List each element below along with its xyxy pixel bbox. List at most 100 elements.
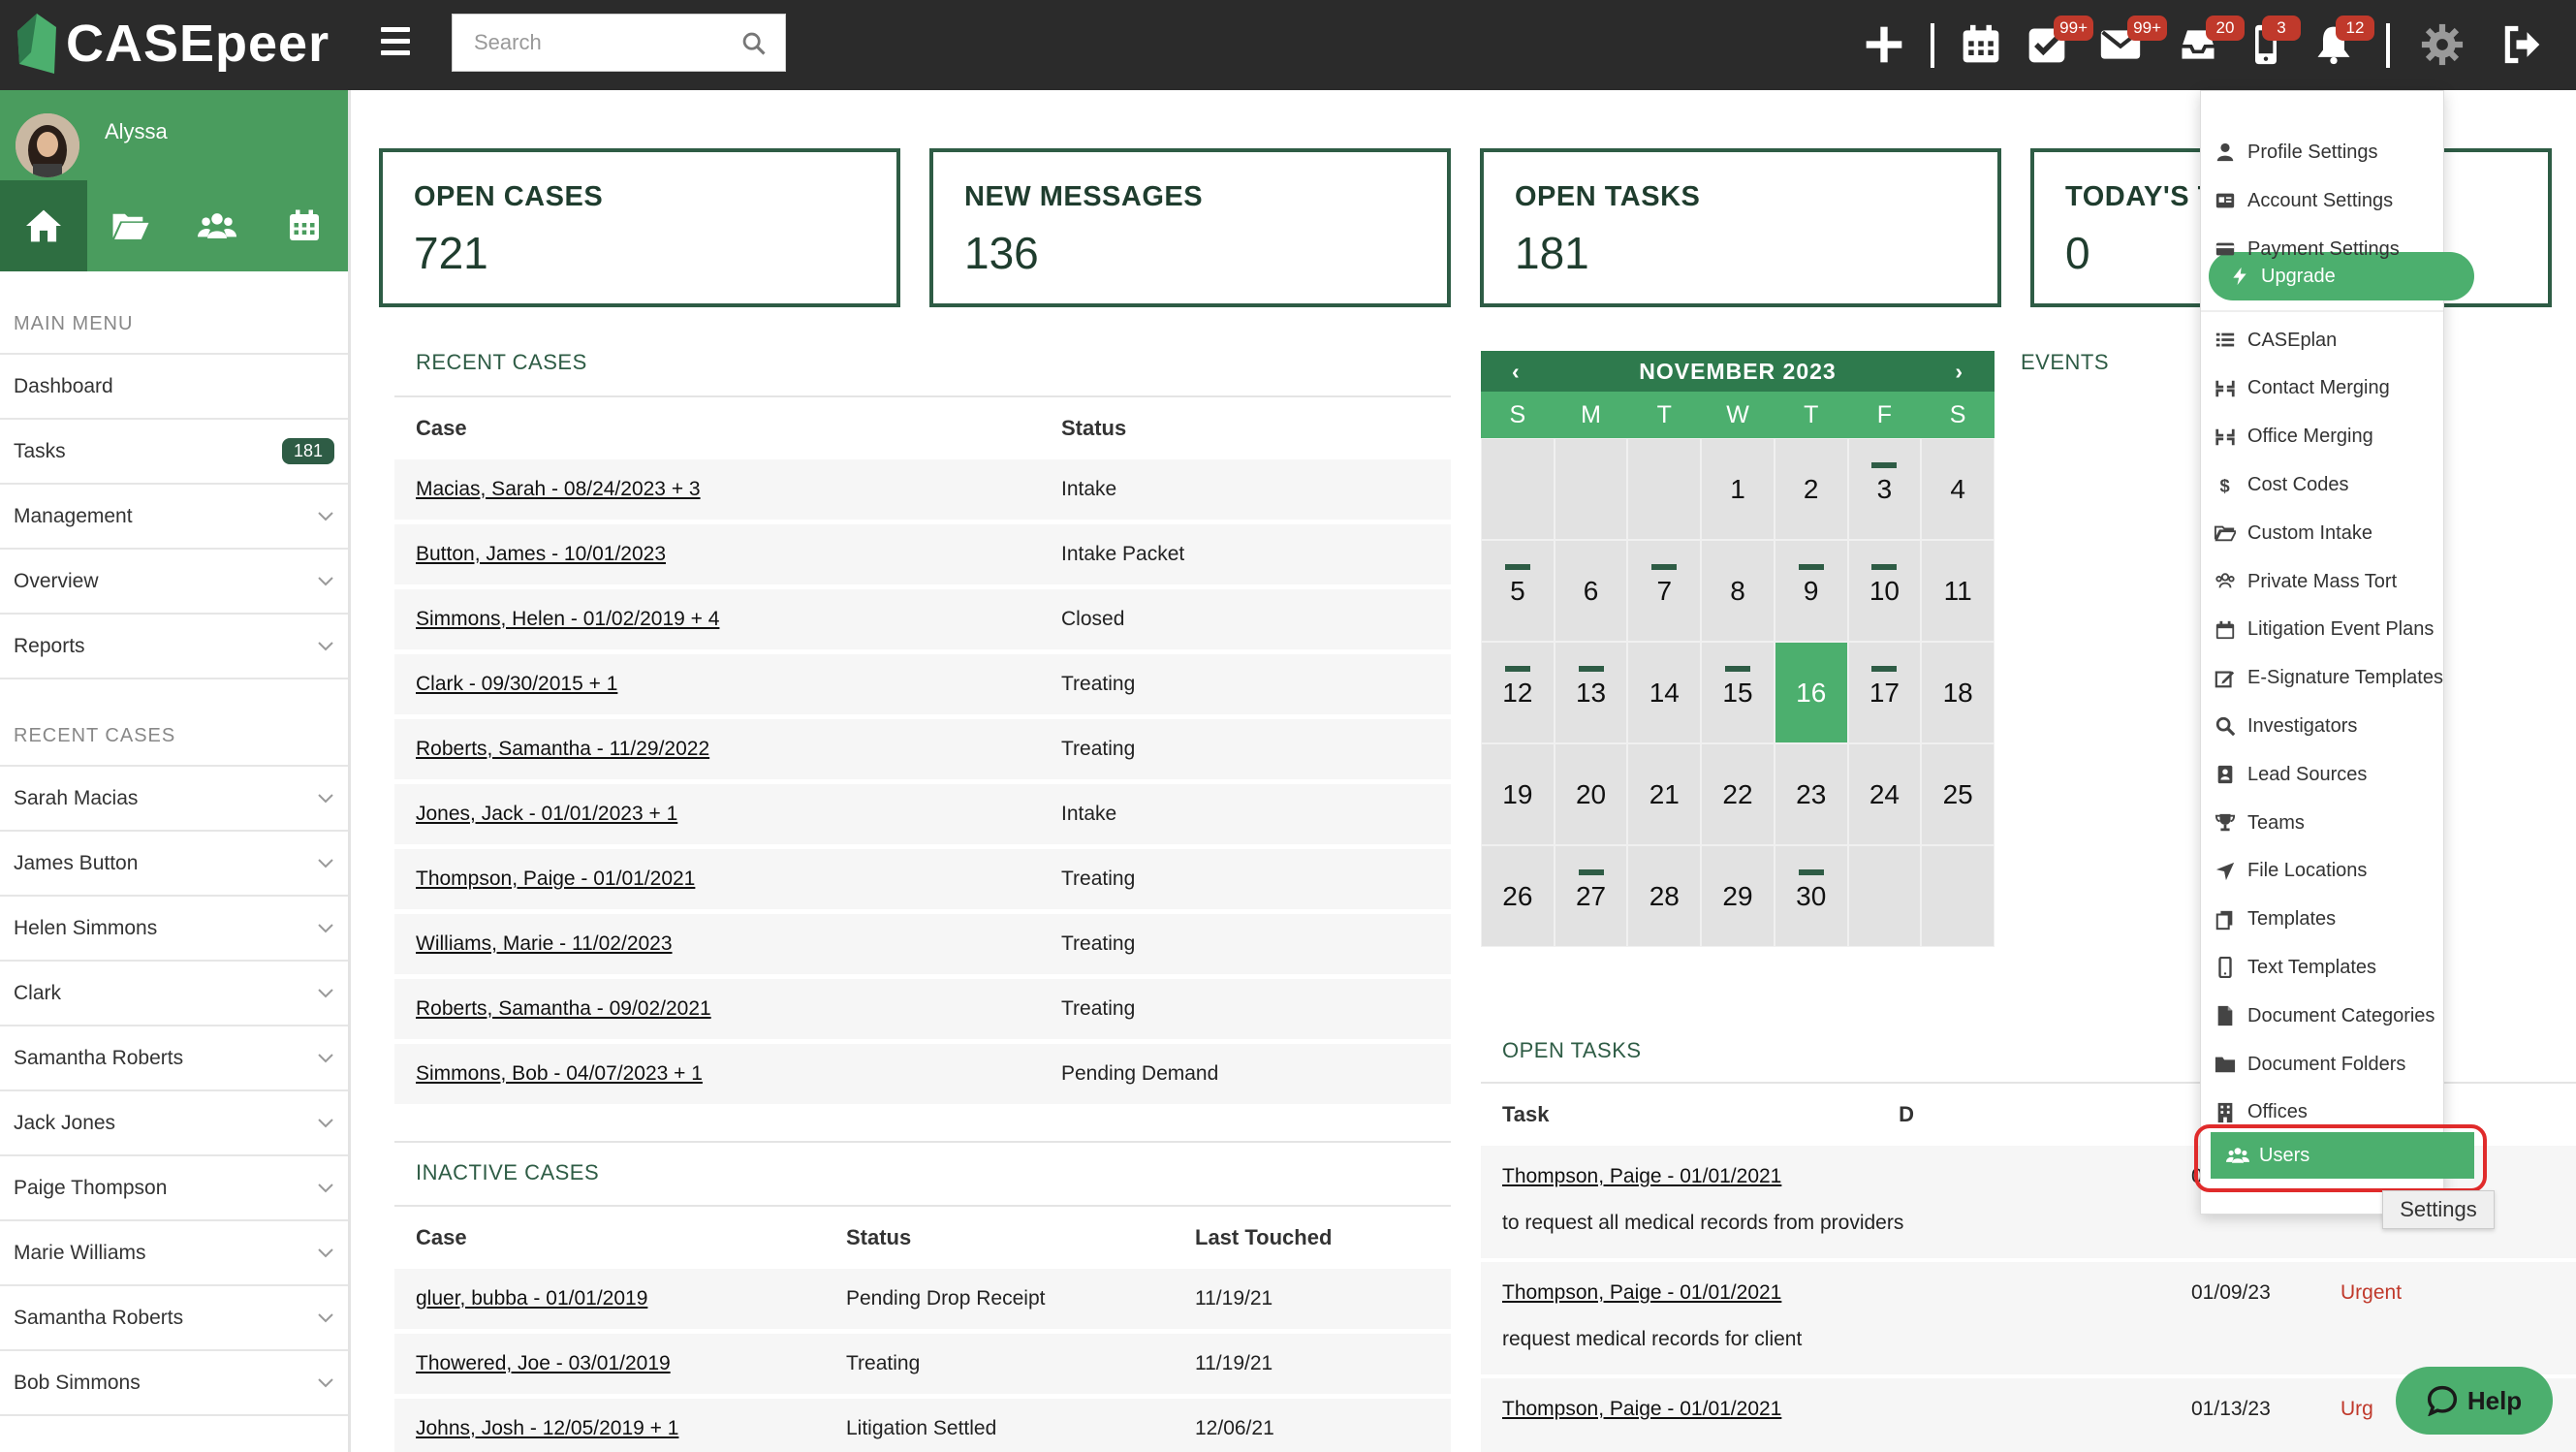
- calendar-day[interactable]: 4: [1921, 438, 1995, 540]
- chevron-down-icon[interactable]: [317, 1118, 334, 1129]
- calendar-day[interactable]: 1: [1701, 438, 1775, 540]
- chevron-down-icon[interactable]: [317, 793, 334, 805]
- plus-icon[interactable]: [1859, 17, 1909, 72]
- calendar-day[interactable]: 7: [1627, 540, 1702, 642]
- tab-home[interactable]: [0, 180, 87, 271]
- settings-item-file-locations[interactable]: File Locations: [2215, 852, 2486, 891]
- bell-icon[interactable]: 12: [2309, 16, 2374, 72]
- case-link[interactable]: Thowered, Joe - 03/01/2019: [416, 1352, 671, 1374]
- case-link[interactable]: Thompson, Paige - 01/01/2021: [416, 868, 695, 890]
- calendar-day[interactable]: 10: [1847, 540, 1922, 642]
- calendar-day[interactable]: 16: [1774, 642, 1848, 743]
- settings-item-cost-codes[interactable]: $ Cost Codes: [2215, 465, 2486, 504]
- calendar-day[interactable]: 17: [1847, 642, 1922, 743]
- sidebar-item-tasks[interactable]: Tasks 181: [0, 420, 348, 485]
- calendar-day[interactable]: 6: [1554, 540, 1628, 642]
- case-link[interactable]: Roberts, Samantha - 09/02/2021: [416, 997, 711, 1020]
- settings-item-text-templates[interactable]: Text Templates: [2215, 948, 2486, 987]
- sidebar-recent-case[interactable]: Bob Simmons: [0, 1351, 348, 1416]
- sidebar-recent-case[interactable]: Paige Thompson: [0, 1156, 348, 1221]
- calendar-day[interactable]: 14: [1627, 642, 1702, 743]
- settings-item-e-signature-templates[interactable]: E-Signature Templates: [2215, 659, 2486, 698]
- chevron-down-icon[interactable]: [317, 1312, 334, 1324]
- chevron-down-icon[interactable]: [317, 1053, 334, 1064]
- search-icon[interactable]: [740, 30, 768, 57]
- task-case-link[interactable]: Thompson, Paige - 01/01/2021: [1502, 1165, 1781, 1187]
- case-link[interactable]: Simmons, Helen - 01/02/2019 + 4: [416, 608, 719, 630]
- sidebar-recent-case[interactable]: Sarah Macias: [0, 767, 348, 832]
- hamburger-menu-icon[interactable]: [381, 27, 410, 56]
- chevron-down-icon[interactable]: [317, 988, 334, 999]
- settings-item-investigators[interactable]: Investigators: [2215, 707, 2486, 745]
- case-link[interactable]: Jones, Jack - 01/01/2023 + 1: [416, 803, 677, 825]
- calendar-day[interactable]: 2: [1774, 438, 1848, 540]
- tab-cases[interactable]: [87, 180, 174, 271]
- calendar-next-button[interactable]: ›: [1955, 359, 1963, 385]
- chevron-down-icon[interactable]: [317, 858, 334, 869]
- tab-calendar[interactable]: [261, 180, 348, 271]
- calendar-prev-button[interactable]: ‹: [1512, 359, 1521, 385]
- casepeer-logo[interactable]: CASEpeer: [17, 10, 330, 78]
- chevron-down-icon[interactable]: [317, 923, 334, 934]
- chevron-down-icon[interactable]: [317, 1183, 334, 1194]
- settings-item-teams[interactable]: Teams: [2215, 804, 2486, 842]
- calendar-day[interactable]: 3: [1847, 438, 1922, 540]
- calendar-day[interactable]: 27: [1554, 845, 1628, 947]
- chevron-down-icon[interactable]: [317, 1377, 334, 1389]
- settings-item-document-folders[interactable]: Document Folders: [2215, 1045, 2486, 1084]
- calendar-icon[interactable]: [1956, 17, 2006, 72]
- calendar-day[interactable]: 5: [1481, 540, 1555, 642]
- sidebar-recent-case[interactable]: Clark: [0, 962, 348, 1026]
- stat-card[interactable]: OPEN CASES 721: [379, 148, 900, 307]
- stat-card[interactable]: OPEN TASKS 181: [1480, 148, 2001, 307]
- settings-item-templates[interactable]: Templates: [2215, 900, 2486, 939]
- settings-item-document-categories[interactable]: Document Categories: [2215, 996, 2486, 1035]
- calendar-day[interactable]: 11: [1921, 540, 1995, 642]
- calendar-day[interactable]: 12: [1481, 642, 1555, 743]
- chevron-down-icon[interactable]: [317, 641, 334, 652]
- sidebar-recent-case[interactable]: Samantha Roberts: [0, 1026, 348, 1091]
- settings-item-lead-sources[interactable]: Lead Sources: [2215, 755, 2486, 794]
- calendar-day[interactable]: 8: [1701, 540, 1775, 642]
- calendar-day[interactable]: 30: [1774, 845, 1848, 947]
- sidebar-recent-case[interactable]: Jack Jones: [0, 1091, 348, 1156]
- case-link[interactable]: Williams, Marie - 11/02/2023: [416, 932, 673, 955]
- settings-item-caseplan[interactable]: CASEplan: [2215, 321, 2486, 360]
- sidebar-recent-case[interactable]: James Button: [0, 832, 348, 897]
- settings-item-private-mass-tort[interactable]: Private Mass Tort: [2215, 562, 2486, 601]
- calendar-day[interactable]: 18: [1921, 642, 1995, 743]
- calendar-day[interactable]: 15: [1701, 642, 1775, 743]
- case-link[interactable]: Simmons, Bob - 04/07/2023 + 1: [416, 1062, 703, 1085]
- gear-icon[interactable]: [2417, 17, 2467, 72]
- help-button[interactable]: Help: [2396, 1367, 2553, 1435]
- chevron-down-icon[interactable]: [317, 1247, 334, 1259]
- calendar-day[interactable]: 25: [1921, 743, 1995, 845]
- case-link[interactable]: Clark - 09/30/2015 + 1: [416, 673, 617, 695]
- tasks-icon[interactable]: 99+: [2022, 16, 2093, 72]
- sidebar-recent-case[interactable]: Helen Simmons: [0, 897, 348, 962]
- sidebar-recent-case[interactable]: Samantha Roberts: [0, 1286, 348, 1351]
- chevron-down-icon[interactable]: [317, 511, 334, 522]
- mail-icon[interactable]: 99+: [2095, 16, 2167, 72]
- search-input[interactable]: [453, 15, 785, 71]
- sidebar-item-reports[interactable]: Reports: [0, 615, 348, 679]
- tab-contacts[interactable]: [174, 180, 262, 271]
- sidebar-recent-case[interactable]: Marie Williams: [0, 1221, 348, 1286]
- chevron-down-icon[interactable]: [317, 576, 334, 587]
- sidebar-item-overview[interactable]: Overview: [0, 550, 348, 615]
- case-link[interactable]: Johns, Josh - 12/05/2019 + 1: [416, 1417, 678, 1439]
- settings-item-profile-settings[interactable]: Profile Settings: [2215, 133, 2486, 172]
- sidebar-item-management[interactable]: Management: [0, 485, 348, 550]
- calendar-day[interactable]: 21: [1627, 743, 1702, 845]
- inbox-icon[interactable]: 20: [2173, 16, 2245, 72]
- user-name[interactable]: Alyssa: [105, 119, 168, 144]
- calendar-day[interactable]: 26: [1481, 845, 1555, 947]
- settings-item-payment-settings[interactable]: Payment Settings: [2215, 230, 2486, 268]
- settings-item-account-settings[interactable]: Account Settings: [2215, 181, 2486, 220]
- task-case-link[interactable]: Thompson, Paige - 01/01/2021: [1502, 1281, 1781, 1304]
- case-link[interactable]: Roberts, Samantha - 11/29/2022: [416, 738, 709, 760]
- calendar-day[interactable]: 9: [1774, 540, 1848, 642]
- settings-item-custom-intake[interactable]: Custom Intake: [2215, 514, 2486, 552]
- calendar-day[interactable]: 22: [1701, 743, 1775, 845]
- settings-item-office-merging[interactable]: Office Merging: [2215, 418, 2486, 457]
